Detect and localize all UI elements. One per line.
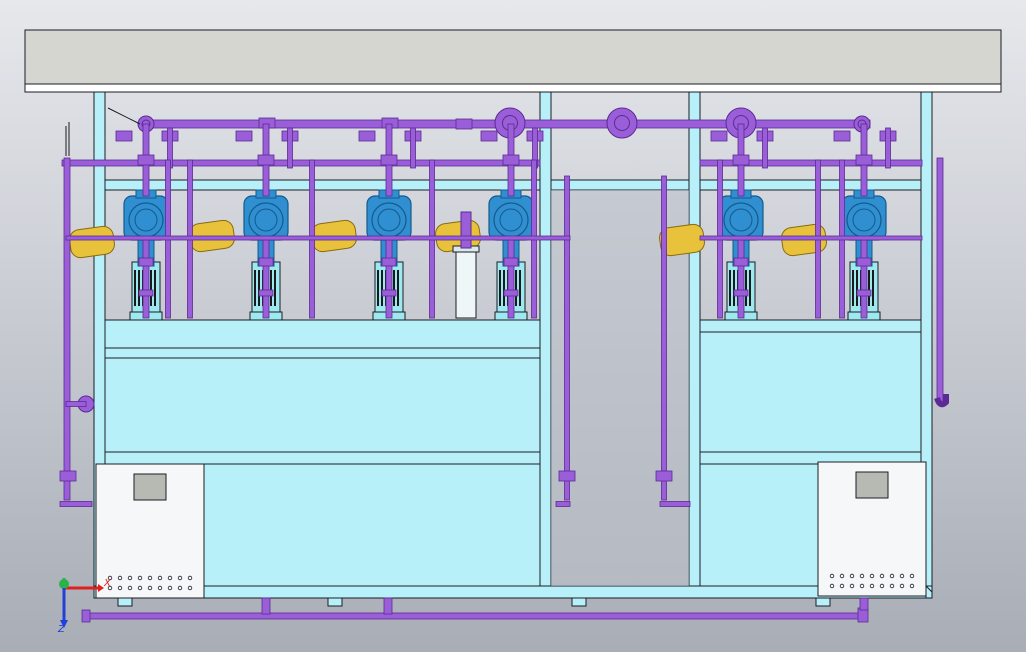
cabinet-window[interactable] [133, 473, 167, 501]
skid-front-view[interactable]: X Z [0, 0, 1026, 652]
pulsation-dampener-icon[interactable] [68, 225, 115, 259]
control-cabinet-right[interactable] [817, 461, 927, 597]
control-cabinet-left[interactable] [95, 463, 205, 599]
cad-viewport[interactable]: X Z [0, 0, 1026, 652]
cabinet-window[interactable] [855, 471, 889, 499]
triad-x-label: X [103, 578, 112, 589]
roof-canopy-edge [24, 83, 1002, 93]
roof-canopy[interactable] [24, 29, 1002, 85]
triad-z-label: Z [57, 624, 66, 635]
